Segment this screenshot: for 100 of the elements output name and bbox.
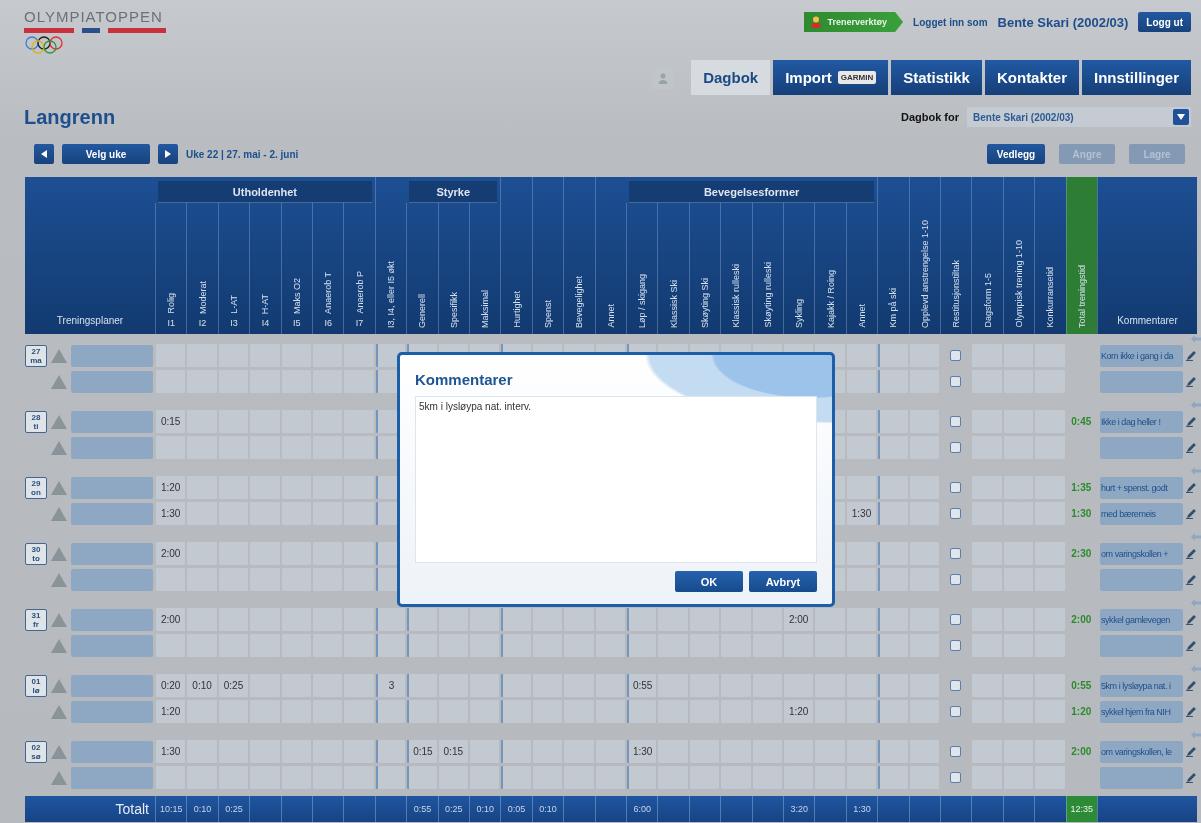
dialog-button[interactable]: OK (675, 571, 743, 592)
nav-tab[interactable]: Dagbok (691, 60, 771, 95)
column-header: Restitusjonstiltak (951, 260, 962, 328)
totals-label: Totalt (115, 801, 150, 817)
column-header: Konkurransetid (1045, 267, 1056, 328)
column-header: Dagsform 1-5 (982, 273, 993, 328)
column-header: Moderat (197, 280, 208, 314)
column-header: Klassisk Ski (668, 280, 679, 328)
tool-button[interactable]: Trenerverktøy (803, 12, 904, 32)
comment-field[interactable]: om varingskollen, le (1100, 740, 1184, 763)
dialog-title: Kommentarer (415, 371, 514, 388)
day-badge[interactable]: 01 lø (25, 674, 47, 697)
total-time: 2:00 (1071, 614, 1092, 625)
column-header: L-AT (229, 295, 239, 314)
athlete-select[interactable]: Bente Skari (2002/03) (967, 107, 1191, 127)
total-time: 2:00 (1071, 746, 1092, 757)
entry-field[interactable]: 0:15 (156, 410, 186, 433)
entry-field[interactable]: 2:00 (156, 608, 186, 631)
column-code: I4 (261, 318, 270, 328)
diary-for-label: Dagbok for (900, 111, 959, 123)
group-header: Styrke (409, 181, 498, 203)
choose-week-button[interactable]: Velg uke (62, 144, 150, 164)
entry-field[interactable]: 1:30 (156, 740, 186, 763)
comment-field[interactable]: Ikke i dag heller ! (1100, 410, 1184, 433)
day-badge[interactable]: 02 sø (25, 740, 47, 763)
garmin-badge: GARMIN (837, 71, 877, 84)
day-badge[interactable]: 28 ti (25, 410, 47, 433)
entry-field[interactable]: 1:20 (156, 700, 186, 723)
page-title: Langrenn (24, 105, 116, 129)
total-time: 2:30 (1071, 548, 1092, 559)
column-header: Rolig (166, 293, 177, 314)
total-value: 0:25 (225, 804, 243, 814)
total-value: 0:25 (445, 804, 463, 814)
comment-field[interactable]: med bæremeis (1100, 502, 1184, 525)
day-badge[interactable]: 29 on (25, 476, 47, 499)
total-value: 0:10 (476, 804, 494, 814)
week-label: Uke 22 | 27. mai - 2. juni (186, 148, 299, 160)
day-badge[interactable]: 27 ma (25, 344, 47, 367)
column-header: Spesifikk (448, 292, 459, 328)
column-header: Total treningstid (1076, 264, 1087, 328)
nav-tab[interactable]: Innstillinger (1082, 60, 1191, 95)
column-header: Kajakk / Roing (825, 269, 836, 328)
group-header: Utholdenhet (158, 181, 372, 203)
column-code: I2 (198, 318, 207, 328)
entry-field[interactable]: 0:15 (438, 740, 468, 763)
group-header: Bevegelsesformer (629, 181, 875, 203)
entry-field[interactable]: 3 (375, 674, 406, 697)
nav-tab[interactable]: Import GARMIN (773, 60, 889, 95)
column-header: Treningsplaner (56, 315, 124, 326)
total-value: 3:20 (790, 804, 808, 814)
entry-field[interactable]: 1:30 (846, 502, 877, 525)
entry-field[interactable]: 1:20 (156, 476, 186, 499)
entry-field[interactable]: 1:30 (156, 502, 186, 525)
entry-field[interactable]: 2:00 (784, 608, 814, 631)
day-badge[interactable]: 30 to (25, 542, 47, 565)
nav-tab[interactable]: Statistikk (891, 60, 982, 95)
column-header: Kommentarer (1117, 315, 1178, 326)
column-code: I7 (355, 318, 364, 328)
column-header: Km på ski (888, 288, 899, 328)
nav-tab[interactable]: Kontakter (984, 60, 1079, 95)
total-time: 1:30 (1071, 508, 1092, 519)
grand-total: 12:35 (1065, 796, 1097, 822)
total-time: 1:20 (1071, 706, 1092, 717)
column-header: Klassisk rulleski (731, 264, 742, 328)
column-code: I1 (167, 318, 175, 328)
entry-field[interactable]: 0:25 (218, 674, 249, 697)
comment-textarea[interactable]: 5km i lysløypa nat. interv. (415, 396, 817, 563)
column-header: Anaerob P (354, 271, 365, 314)
entry-field[interactable]: 2:00 (156, 542, 186, 565)
total-value: 0:05 (507, 804, 526, 814)
entry-field[interactable]: 1:30 (627, 740, 657, 763)
column-header: Spenst (543, 299, 553, 328)
entry-field[interactable]: 1:20 (784, 700, 814, 723)
logout-button[interactable]: Logg ut (1138, 12, 1191, 32)
total-value: 1:30 (853, 804, 871, 814)
logo-text: OLYMPIATOPPEN (24, 8, 164, 25)
total-value: 6:00 (633, 804, 651, 814)
toolbar-button[interactable]: Vedlegg (987, 144, 1045, 164)
total-value: 0:10 (539, 804, 557, 814)
total-value: 0:55 (413, 804, 432, 814)
login-label: Logget inn som (913, 16, 988, 28)
entry-field[interactable]: 0:55 (627, 674, 657, 697)
column-header: Opplevd anstrengelse 1-10 (919, 219, 930, 328)
comment-field[interactable]: Kom ikke i gang i da (1100, 344, 1184, 367)
dialog-button[interactable]: Avbryt (749, 571, 817, 592)
entry-field[interactable]: 0:15 (407, 740, 437, 763)
comment-field[interactable]: om varingskollen + (1100, 542, 1184, 565)
column-header: Olympisk trening 1-10 (1014, 240, 1024, 328)
comment-field[interactable]: hurt + spenst. godt (1100, 476, 1184, 499)
entry-field[interactable]: 0:20 (156, 674, 186, 697)
column-header: Løp / skigang (637, 273, 648, 328)
column-code: I5 (293, 318, 301, 328)
comment-field[interactable]: sykkel gamlevegen (1100, 608, 1184, 631)
column-code: I3 (230, 318, 238, 328)
entry-field[interactable]: 0:10 (187, 674, 217, 697)
total-time: 0:45 (1071, 416, 1092, 427)
comment-field[interactable]: sykkel hjem fra NIH (1100, 700, 1184, 723)
column-header: Skøyting rulleski (762, 262, 773, 328)
day-badge[interactable]: 31 fr (25, 608, 47, 631)
column-header: Annet (605, 304, 616, 328)
